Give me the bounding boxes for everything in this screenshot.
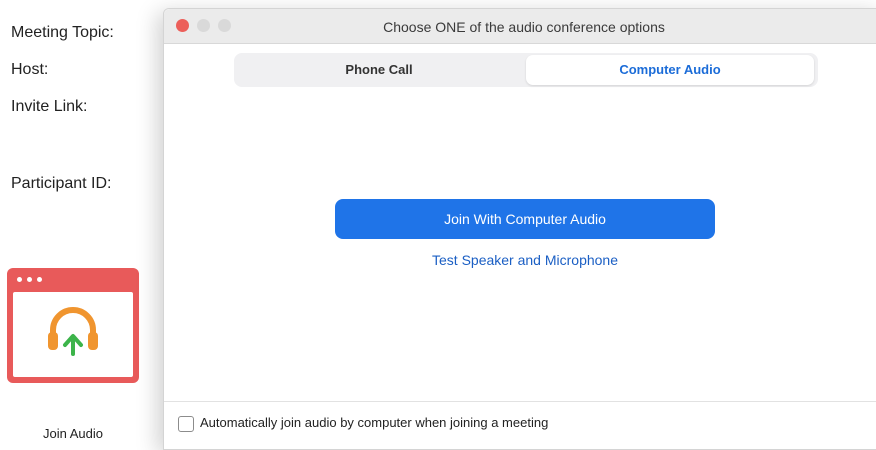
join-computer-audio-button[interactable]: Join With Computer Audio [335,199,715,239]
dialog-titlebar: Choose ONE of the audio conference optio… [164,9,876,44]
invite-link-label: Invite Link: [11,98,88,115]
participant-id-label: Participant ID: [11,175,112,192]
headphones-upload-icon [48,307,98,356]
host-label: Host: [11,61,49,78]
join-audio-label: Join Audio [43,426,103,441]
tab-phone-call[interactable]: Phone Call [236,55,522,85]
dialog-title: Choose ONE of the audio conference optio… [383,19,665,35]
test-speaker-microphone-link[interactable]: Test Speaker and Microphone [335,252,715,268]
auto-join-checkbox[interactable] [178,416,194,432]
auto-join-label: Automatically join audio by computer whe… [200,415,549,430]
meeting-topic-label: Meeting Topic: [11,24,114,41]
audio-option-tabs: Phone Call Computer Audio [234,53,818,87]
join-audio-button[interactable] [7,268,139,383]
window-dots [17,277,42,282]
audio-options-dialog: Choose ONE of the audio conference optio… [163,8,876,450]
join-audio-tile-body [13,292,133,377]
tab-computer-audio[interactable]: Computer Audio [526,55,814,85]
